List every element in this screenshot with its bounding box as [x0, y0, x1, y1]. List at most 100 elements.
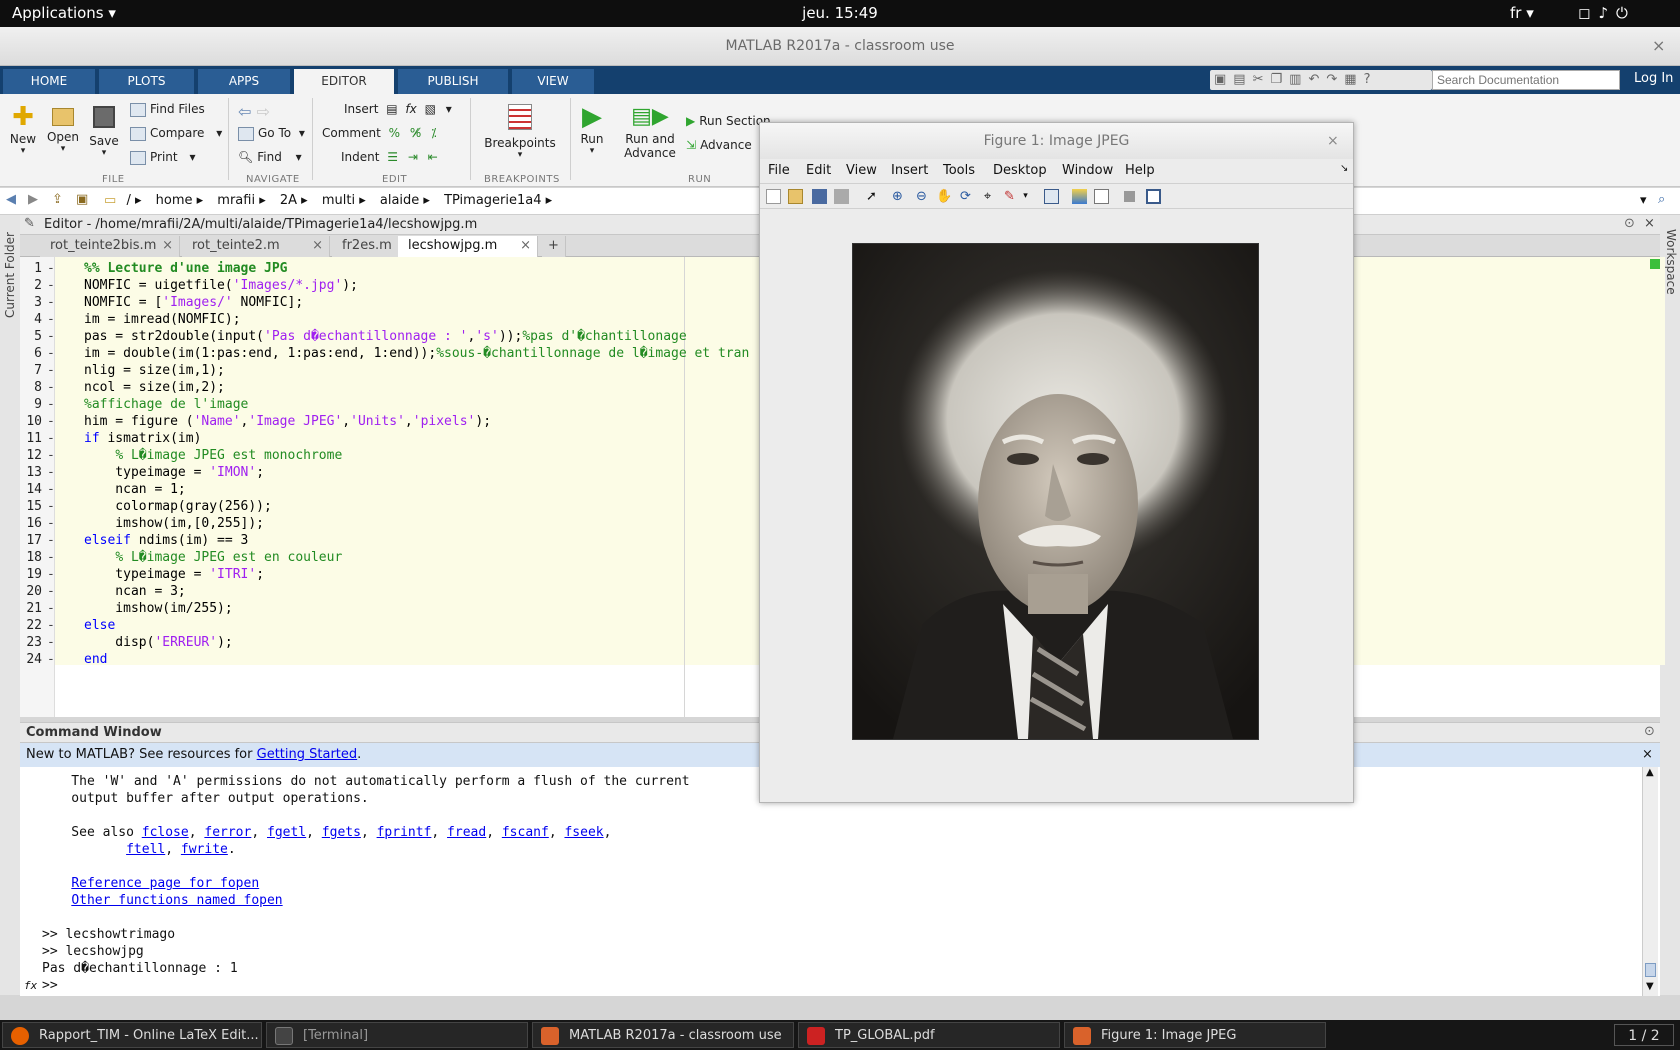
doc-link[interactable]: fread	[447, 825, 486, 840]
save-figure-icon[interactable]	[812, 189, 827, 204]
save-button[interactable]: Save ▾	[88, 102, 120, 158]
code-line[interactable]: imshow(im/255);	[84, 600, 232, 617]
code-line[interactable]: end	[84, 651, 107, 668]
quick-access-toolbar[interactable]: ▣▤✂❐▥↶↷▦?	[1210, 70, 1432, 90]
breakpoint-marker[interactable]: -	[47, 430, 55, 447]
figure-title[interactable]: Figure 1: Image JPEG	[760, 123, 1353, 159]
taskbar-item[interactable]: TP_GLOBAL.pdf	[798, 1022, 1060, 1048]
code-line[interactable]: colormap(gray(256));	[84, 498, 272, 515]
volume-icon[interactable]: ♪	[1598, 4, 1616, 22]
current-folder-panel-collapsed[interactable]: Current Folder	[0, 215, 20, 995]
wrap-comments-icon[interactable]: ⁒	[431, 126, 436, 140]
code-line[interactable]: imshow(im,[0,255]);	[84, 515, 264, 532]
breakpoint-marker[interactable]: -	[47, 379, 55, 396]
decrease-indent-icon[interactable]: ⇤	[428, 150, 438, 164]
breakpoint-marker[interactable]: -	[47, 396, 55, 413]
code-line[interactable]: if ismatrix(im)	[84, 430, 201, 447]
pan-icon[interactable]: ✋	[936, 189, 952, 204]
insert-button[interactable]: Insert ▤ fx ▧ ▾	[344, 102, 452, 116]
taskbar-item[interactable]: MATLAB R2017a - classroom use	[532, 1022, 794, 1048]
colorbar-icon[interactable]	[1072, 189, 1087, 204]
close-tab-icon[interactable]: ×	[520, 236, 531, 256]
doc-link[interactable]: ferror	[204, 825, 251, 840]
breakpoint-marker[interactable]: -	[47, 600, 55, 617]
new-figure-icon[interactable]	[766, 189, 781, 204]
code-line[interactable]: im = imread(NOMFIC);	[84, 311, 241, 328]
browse-folder-icon[interactable]: ▣	[76, 192, 88, 207]
workspace-label[interactable]: Workspace	[1664, 229, 1678, 299]
code-line[interactable]: % L�image JPEG est en couleur	[84, 549, 342, 566]
taskbar-item[interactable]: Figure 1: Image JPEG	[1064, 1022, 1326, 1048]
switch-windows-icon[interactable]: ▦	[1344, 72, 1363, 87]
panel-options-icon[interactable]: ⊙	[1624, 216, 1635, 231]
search-icon[interactable]: ⌕	[1658, 192, 1665, 207]
increase-indent-icon[interactable]: ⇥	[408, 150, 418, 164]
workspace-pager[interactable]: 1 / 2	[1614, 1024, 1674, 1046]
breakpoint-marker[interactable]: -	[47, 413, 55, 430]
code-line[interactable]: % L�image JPEG est monochrome	[84, 447, 342, 464]
close-figure-icon[interactable]: ×	[1327, 133, 1339, 149]
menu-insert[interactable]: Insert	[891, 163, 928, 178]
code-line[interactable]: NOMFIC = ['Images/' NOMFIC];	[84, 294, 303, 311]
find-files-button[interactable]: Find Files	[130, 102, 205, 117]
layout-icon[interactable]: ▣	[1214, 72, 1233, 87]
file-tab[interactable]: rot_teinte2.m ×	[182, 236, 330, 257]
breakpoint-marker[interactable]: -	[47, 311, 55, 328]
breakpoint-marker[interactable]: -	[47, 294, 55, 311]
search-documentation-input[interactable]	[1432, 70, 1620, 90]
breakpoint-marker[interactable]: -	[47, 617, 55, 634]
pointer-icon[interactable]: ➚	[864, 189, 879, 204]
run-section-button[interactable]: ▶ Run Section	[686, 114, 771, 128]
menu-desktop[interactable]: Desktop	[993, 163, 1047, 178]
scroll-up-icon[interactable]: ▲	[1646, 767, 1654, 778]
language-indicator[interactable]: fr ▾	[1510, 4, 1534, 22]
forward-icon[interactable]: ▶	[28, 192, 38, 207]
hide-plot-tools-icon[interactable]	[1124, 191, 1135, 202]
tab-plots[interactable]: PLOTS	[99, 69, 194, 94]
back-forward-arrows[interactable]: ⇦ ⇨	[238, 102, 270, 121]
new-tab-icon[interactable]: +	[542, 236, 566, 257]
taskbar-item[interactable]: Rapport_TIM - Online LaTeX Edit...	[2, 1022, 262, 1048]
up-folder-icon[interactable]: ⇪	[52, 192, 63, 207]
rotate-icon[interactable]: ⟳	[958, 189, 973, 204]
breadcrumb-item[interactable]: home	[156, 193, 193, 208]
insert-section-icon[interactable]: ▤	[386, 102, 397, 116]
breadcrumb-item[interactable]: 2A	[280, 193, 297, 208]
advance-button[interactable]: ⇲ Advance	[686, 138, 752, 152]
run-button[interactable]: ▶ Run ▾	[578, 102, 606, 156]
address-dropdown-icon[interactable]: ▾	[1640, 193, 1647, 208]
breakpoint-marker[interactable]: -	[47, 498, 55, 515]
breadcrumb-item[interactable]: multi	[322, 193, 355, 208]
doc-link[interactable]: fgetl	[267, 825, 306, 840]
clock[interactable]: jeu. 15:49	[0, 4, 1680, 22]
zoom-in-icon[interactable]: ⊕	[890, 189, 905, 204]
tab-view[interactable]: VIEW	[512, 69, 594, 94]
data-cursor-icon[interactable]: ⌖	[980, 189, 995, 204]
code-line[interactable]: else	[84, 617, 115, 634]
find-button[interactable]: 🔍︎ Find ▾	[238, 150, 302, 164]
code-line[interactable]: ncol = size(im,2);	[84, 379, 225, 396]
breakpoint-marker[interactable]: -	[47, 447, 55, 464]
breakpoint-marker[interactable]: -	[47, 549, 55, 566]
brush-icon[interactable]: ✎	[1002, 189, 1017, 204]
breakpoint-marker[interactable]: -	[47, 277, 55, 294]
breakpoint-marker[interactable]: -	[47, 583, 55, 600]
uncomment-icon[interactable]: %̸	[410, 126, 421, 140]
tab-publish[interactable]: PUBLISH	[398, 69, 508, 94]
zoom-out-icon[interactable]: ⊖	[914, 189, 929, 204]
scroll-thumb[interactable]	[1645, 963, 1656, 977]
taskbar-item[interactable]: [Terminal]	[266, 1022, 528, 1048]
other-functions-link[interactable]: Other functions named fopen	[71, 893, 282, 908]
code-line[interactable]: typeimage = 'IMON';	[84, 464, 264, 481]
menu-file[interactable]: File	[768, 163, 790, 178]
code-line[interactable]: %affichage de l'image	[84, 396, 248, 413]
file-tab-active[interactable]: lecshowjpg.m ×	[398, 236, 538, 257]
menu-tools[interactable]: Tools	[943, 163, 975, 178]
code-line[interactable]: ncan = 1;	[84, 481, 185, 498]
panel-options-icon[interactable]: ⊙	[1644, 724, 1655, 739]
doc-link[interactable]: fprintf	[377, 825, 432, 840]
close-notice-icon[interactable]: ×	[1642, 743, 1653, 767]
menu-edit[interactable]: Edit	[806, 163, 831, 178]
tab-editor[interactable]: EDITOR	[294, 69, 394, 94]
code-line[interactable]: %% Lecture d'une image JPG	[84, 260, 288, 277]
